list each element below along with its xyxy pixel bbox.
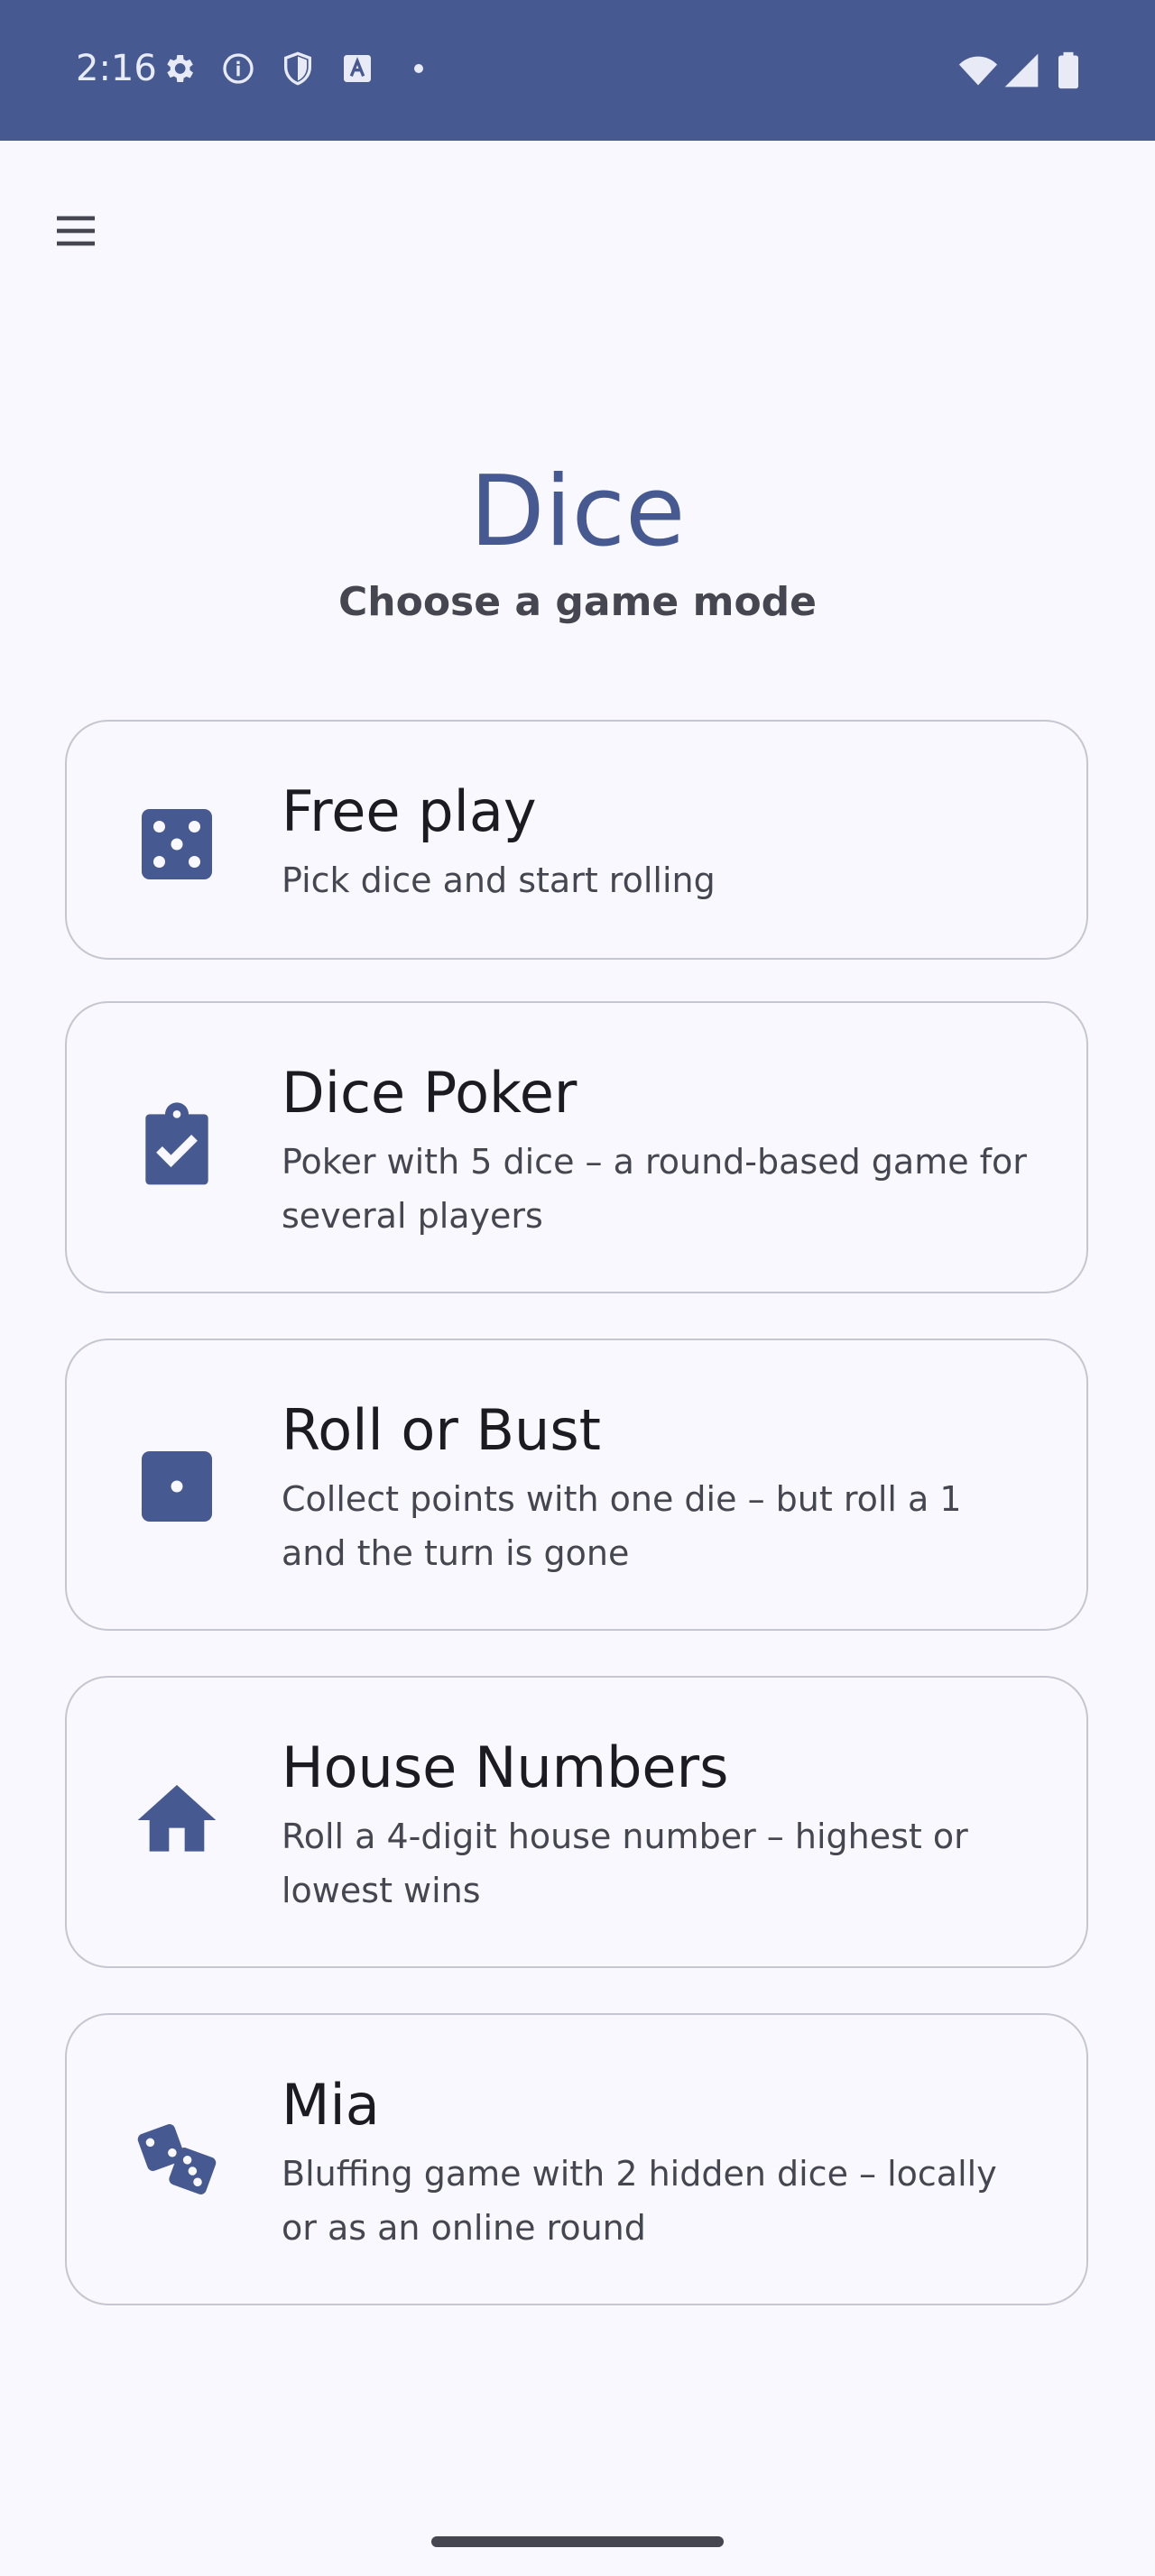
mode-title: House Numbers bbox=[282, 1734, 729, 1800]
two-dice-icon bbox=[130, 2112, 224, 2206]
mode-title: Free play bbox=[282, 778, 537, 844]
status-bar: 2:16 bbox=[0, 0, 1155, 141]
mode-card-dice-poker[interactable]: Dice Poker Poker with 5 dice – a round-b… bbox=[65, 1001, 1088, 1293]
shield-icon bbox=[280, 51, 316, 87]
mode-description: Collect points with one die – but roll a… bbox=[282, 1479, 962, 1573]
mode-description: Bluffing game with 2 hidden dice – local… bbox=[282, 2154, 997, 2248]
dice-five-icon bbox=[130, 797, 224, 891]
info-icon bbox=[220, 51, 256, 87]
mode-card-house-numbers[interactable]: House Numbers Roll a 4-digit house numbe… bbox=[65, 1676, 1088, 1968]
dice-one-icon bbox=[130, 1440, 224, 1533]
page-title: Dice bbox=[469, 455, 686, 568]
mode-description: Pick dice and start rolling bbox=[282, 860, 716, 900]
clipboard-check-icon bbox=[130, 1099, 224, 1192]
mode-title: Mia bbox=[282, 2072, 380, 2138]
battery-icon bbox=[1049, 51, 1088, 90]
dot-icon bbox=[401, 51, 437, 87]
status-time: 2:16 bbox=[76, 48, 157, 89]
mode-description: Poker with 5 dice – a round-based game f… bbox=[282, 1142, 1027, 1236]
menu-button[interactable] bbox=[36, 191, 116, 271]
mode-title: Dice Poker bbox=[282, 1060, 578, 1126]
menu-icon bbox=[57, 216, 95, 246]
signal-icon bbox=[1002, 51, 1041, 90]
wifi-icon bbox=[958, 51, 998, 90]
mode-card-mia[interactable]: Mia Bluffing game with 2 hidden dice – l… bbox=[65, 2013, 1088, 2305]
house-icon bbox=[130, 1773, 224, 1867]
mode-card-free-play[interactable]: Free play Pick dice and start rolling bbox=[65, 720, 1088, 960]
mode-description: Roll a 4-digit house number – highest or… bbox=[282, 1817, 968, 1910]
settings-icon bbox=[161, 51, 197, 87]
mode-title: Roll or Bust bbox=[282, 1397, 601, 1463]
home-indicator[interactable] bbox=[431, 2536, 724, 2547]
font-icon bbox=[339, 51, 375, 87]
mode-card-roll-or-bust[interactable]: Roll or Bust Collect points with one die… bbox=[65, 1339, 1088, 1631]
page-subtitle: Choose a game mode bbox=[337, 579, 818, 625]
